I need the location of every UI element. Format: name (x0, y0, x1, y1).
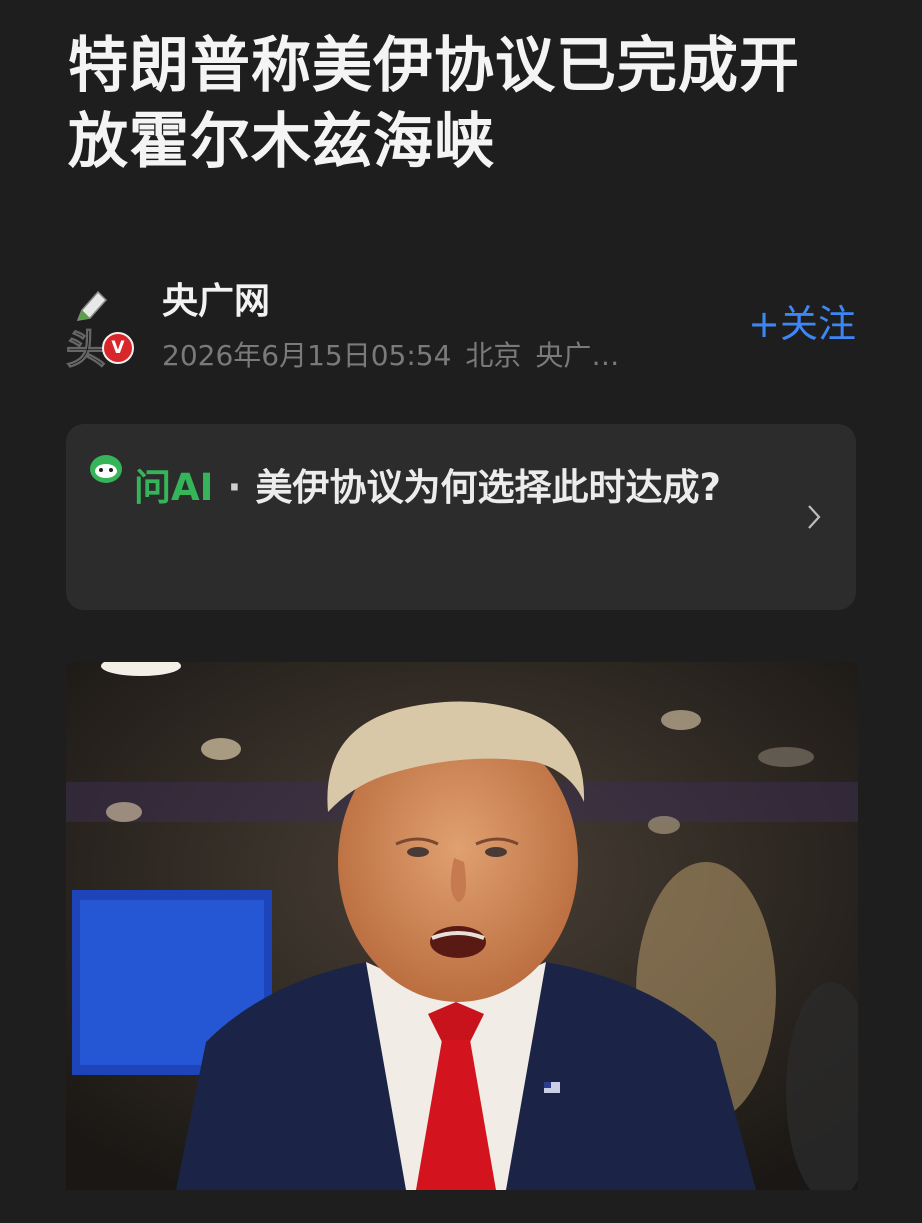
publish-meta: 2026年6月15日05:54 北京 央广… (162, 338, 633, 374)
author-name[interactable]: 央广网 (162, 280, 270, 324)
follow-button[interactable]: +关注 (748, 300, 856, 348)
news-photo-illustration (66, 662, 858, 1190)
ai-separator: · (227, 466, 242, 509)
publish-location: 北京 (465, 339, 522, 372)
author-avatar[interactable]: 头 V (66, 286, 142, 376)
publish-source: 央广… (535, 339, 620, 372)
ai-question: 美伊协议为何选择此时达成? (255, 466, 721, 509)
author-header: 头 V 央广网 2026年6月15日05:54 北京 央广… +关注 (66, 280, 858, 380)
ai-question-text: 问AI · 美伊协议为何选择此时达成? (134, 456, 774, 520)
article-title: 特朗普称美伊协议已完成开放霍尔木兹海峡 (68, 31, 800, 177)
chevron-right-icon (808, 505, 821, 529)
article-photo[interactable] (66, 662, 858, 1190)
ai-mascot-icon (90, 455, 122, 483)
ask-ai-card[interactable]: 问AI · 美伊协议为何选择此时达成? (66, 424, 856, 610)
pencil-icon (76, 290, 108, 321)
ai-label: 问AI (134, 466, 214, 509)
publish-datetime: 2026年6月15日05:54 (162, 339, 452, 372)
avatar-logo-char: 头 (66, 327, 107, 374)
verified-badge: V (102, 332, 134, 364)
